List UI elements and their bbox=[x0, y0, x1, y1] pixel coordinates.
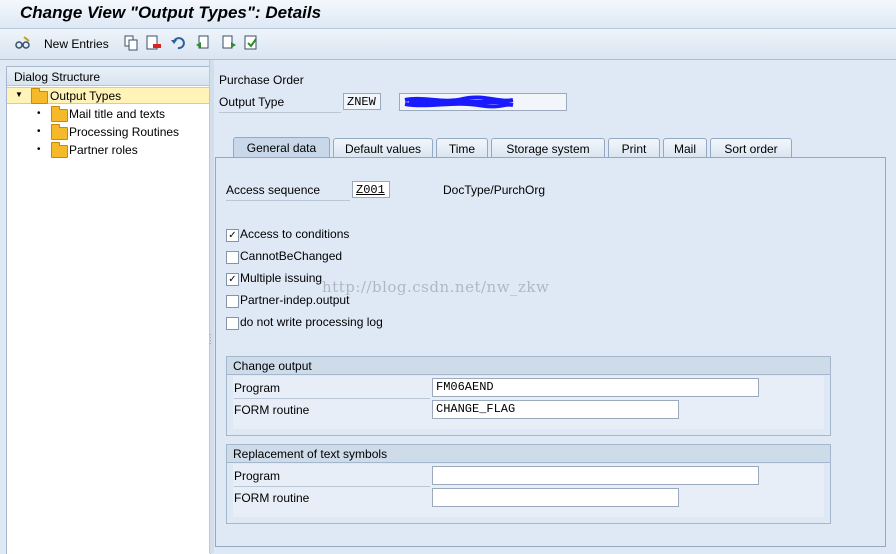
tree-node-output-types[interactable]: ▼ Output Types bbox=[7, 87, 210, 104]
access-sequence-field[interactable]: Z001 bbox=[352, 181, 390, 198]
application-label: Purchase Order bbox=[219, 73, 304, 87]
folder-icon bbox=[51, 106, 68, 122]
edit-glasses-icon[interactable] bbox=[15, 35, 31, 51]
output-type-label: Output Type bbox=[219, 95, 341, 113]
bullet-icon: • bbox=[37, 126, 41, 137]
tree-node-partner-roles[interactable]: • Partner roles bbox=[7, 142, 210, 159]
application-toolbar: New Entries bbox=[0, 29, 896, 60]
expand-arrow-icon[interactable]: ▼ bbox=[15, 90, 23, 99]
bullet-icon: • bbox=[37, 108, 41, 119]
tab-default-values[interactable]: Default values bbox=[333, 138, 433, 157]
dialog-structure-title: Dialog Structure bbox=[14, 70, 101, 84]
folder-icon bbox=[51, 124, 68, 140]
replacement-program-label: Program bbox=[234, 469, 430, 487]
new-entries-button[interactable]: New Entries bbox=[44, 37, 109, 51]
select-icon[interactable] bbox=[243, 35, 259, 51]
change-form-routine-field[interactable]: CHANGE_FLAG bbox=[432, 400, 679, 419]
title-bar: Change View "Output Types": Details bbox=[0, 0, 896, 29]
access-sequence-label: Access sequence bbox=[226, 183, 350, 201]
tree-node-label: Mail title and texts bbox=[69, 107, 166, 121]
tree-node-processing-routines[interactable]: • Processing Routines bbox=[7, 124, 210, 141]
copy-icon[interactable] bbox=[123, 35, 139, 51]
tab-sort-order[interactable]: Sort order bbox=[710, 138, 792, 157]
cannot-be-changed-checkbox[interactable] bbox=[226, 251, 239, 264]
folder-icon bbox=[51, 142, 68, 158]
replacement-header: Replacement of text symbols bbox=[227, 445, 830, 463]
multiple-issuing-checkbox[interactable]: ✓ bbox=[226, 273, 239, 286]
change-form-routine-label: FORM routine bbox=[234, 403, 310, 417]
replacement-form-routine-field[interactable] bbox=[432, 488, 679, 507]
tree-node-label: Processing Routines bbox=[69, 125, 180, 139]
watermark: http://blog.csdn.net/nw_zkw bbox=[322, 278, 550, 296]
replacement-program-field[interactable] bbox=[432, 466, 759, 485]
tree-node-mail-title[interactable]: • Mail title and texts bbox=[7, 106, 210, 123]
previous-entry-icon[interactable] bbox=[195, 35, 211, 51]
redaction-scribble bbox=[404, 95, 514, 109]
dialog-structure-header: Dialog Structure bbox=[7, 67, 210, 86]
dialog-structure-panel: Dialog Structure ▼ Output Types • Mail t… bbox=[6, 66, 211, 554]
panel-splitter[interactable] bbox=[209, 60, 214, 553]
bullet-icon: • bbox=[37, 144, 41, 155]
replacement-title: Replacement of text symbols bbox=[233, 447, 388, 461]
tab-print[interactable]: Print bbox=[608, 138, 660, 157]
access-sequence-description: DocType/PurchOrg bbox=[443, 183, 546, 197]
tab-time[interactable]: Time bbox=[436, 138, 488, 157]
change-output-header: Change output bbox=[227, 357, 830, 375]
undo-icon[interactable] bbox=[170, 35, 186, 51]
tree-node-label: Partner roles bbox=[69, 143, 138, 157]
window-title: Change View "Output Types": Details bbox=[20, 3, 322, 22]
change-program-field[interactable]: FM06AEND bbox=[432, 378, 759, 397]
splitter-grip-icon[interactable]: · · · · bbox=[209, 331, 213, 348]
partner-indep-output-checkbox[interactable] bbox=[226, 295, 239, 308]
cannot-be-changed-label: CannotBeChanged bbox=[240, 249, 343, 263]
tab-storage-system[interactable]: Storage system bbox=[491, 138, 605, 157]
tree-node-label: Output Types bbox=[50, 89, 122, 103]
tab-mail[interactable]: Mail bbox=[663, 138, 707, 157]
change-program-label: Program bbox=[234, 381, 430, 399]
tab-general-data[interactable]: General data bbox=[233, 137, 330, 157]
access-to-conditions-checkbox[interactable]: ✓ bbox=[226, 229, 239, 242]
access-to-conditions-label: Access to conditions bbox=[240, 227, 350, 241]
no-processing-log-label: do not write processing log bbox=[240, 315, 383, 329]
change-output-title: Change output bbox=[233, 359, 312, 373]
folder-icon bbox=[31, 88, 48, 104]
multiple-issuing-label: Multiple issuing bbox=[240, 271, 323, 285]
replacement-form-routine-label: FORM routine bbox=[234, 491, 310, 505]
delete-icon[interactable] bbox=[146, 35, 162, 51]
output-type-field[interactable]: ZNEW bbox=[343, 93, 381, 110]
no-processing-log-checkbox[interactable] bbox=[226, 317, 239, 330]
next-entry-icon[interactable] bbox=[221, 35, 237, 51]
